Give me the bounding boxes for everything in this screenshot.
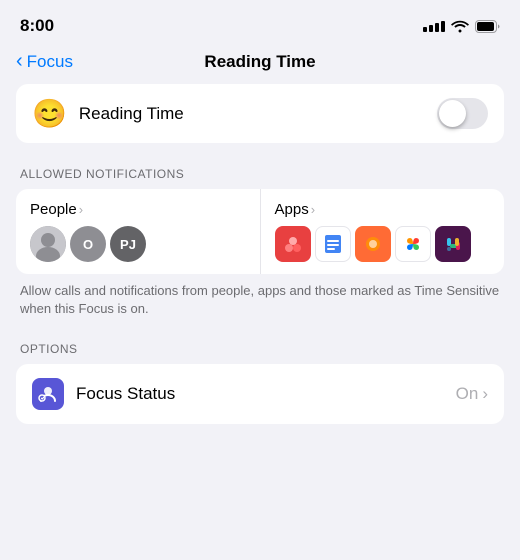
allowed-notifications-label: ALLOWED NOTIFICATIONS — [16, 167, 504, 181]
signal-icon — [423, 21, 445, 32]
focus-status-icon — [32, 378, 64, 410]
back-chevron-icon: ‹ — [16, 50, 23, 73]
status-bar: 8:00 — [0, 0, 520, 44]
wifi-icon — [451, 19, 469, 33]
people-section[interactable]: People › O PJ — [16, 189, 261, 274]
back-button[interactable]: ‹ Focus — [16, 51, 73, 73]
focus-status-chevron-icon: › — [482, 384, 488, 404]
nav-header: ‹ Focus Reading Time — [0, 44, 520, 84]
reading-time-card: 😊 Reading Time — [16, 84, 504, 143]
toggle-thumb — [439, 100, 466, 127]
people-title: People › — [30, 201, 246, 218]
reading-time-icon: 😊 — [32, 100, 67, 128]
focus-status-label: Focus Status — [76, 384, 175, 404]
page-title: Reading Time — [204, 52, 315, 72]
reading-time-label: Reading Time — [79, 104, 184, 124]
avatar-photo — [30, 226, 66, 262]
status-icons — [423, 19, 500, 33]
option-right: On › — [456, 384, 488, 404]
app-icon-1 — [275, 226, 311, 262]
people-chevron-icon: › — [79, 202, 83, 217]
notifications-card: People › O PJ — [16, 189, 504, 274]
back-label: Focus — [27, 52, 73, 72]
app-icon-2 — [315, 226, 351, 262]
app-icon-4 — [395, 226, 431, 262]
reading-time-toggle[interactable] — [437, 98, 488, 129]
people-avatars: O PJ — [30, 226, 246, 262]
apps-title: Apps › — [275, 201, 491, 218]
option-left: Focus Status — [32, 378, 175, 410]
options-label: OPTIONS — [16, 342, 504, 356]
apps-chevron-icon: › — [311, 202, 315, 217]
app-icon-3 — [355, 226, 391, 262]
focus-status-row[interactable]: Focus Status On › — [16, 364, 504, 424]
avatar-pj: PJ — [110, 226, 146, 262]
apps-icons — [275, 226, 491, 262]
battery-icon — [475, 20, 500, 33]
avatar-o: O — [70, 226, 106, 262]
options-card: Focus Status On › — [16, 364, 504, 424]
focus-status-value: On — [456, 384, 479, 404]
status-time: 8:00 — [20, 16, 54, 36]
apps-section[interactable]: Apps › — [261, 189, 505, 274]
app-icon-5 — [435, 226, 471, 262]
notifications-description: Allow calls and notifications from peopl… — [16, 282, 504, 318]
main-content: 😊 Reading Time ALLOWED NOTIFICATIONS Peo… — [0, 84, 520, 424]
reading-time-left: 😊 Reading Time — [32, 100, 184, 128]
